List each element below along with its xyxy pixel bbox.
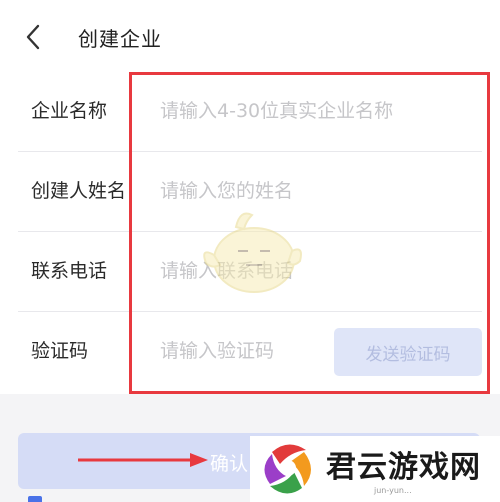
agreement-checkbox[interactable] [28,496,42,502]
send-code-button[interactable]: 发送验证码 [334,328,482,376]
chevron-left-icon [26,24,40,50]
arrow-right-icon [78,453,208,467]
logo-icon [264,444,311,494]
company-name-row: 企业名称 请输入4-30位真实企业名称 [18,72,482,152]
verification-code-input[interactable]: 请输入验证码 [160,336,274,363]
app-header: 创建企业 [0,0,500,72]
watermark-text: 君云游戏网 [326,450,481,485]
mascot-watermark-icon [203,212,302,293]
confirm-label: 确认 [210,453,249,475]
page-title: 创建企业 [78,27,162,51]
phone-label: 联系电话 [31,260,108,282]
verification-code-row: 验证码 请输入验证码 发送验证码 [18,312,482,392]
watermark-subtext: jun-yun... [374,486,412,495]
verification-code-label: 验证码 [31,340,89,362]
watermark-banner: 君云游戏网 jun-yun... [250,436,500,502]
company-name-label: 企业名称 [31,100,108,122]
back-button[interactable] [18,22,48,52]
creator-name-input[interactable]: 请输入您的姓名 [160,176,293,203]
company-name-input[interactable]: 请输入4-30位真实企业名称 [160,96,393,123]
creator-name-label: 创建人姓名 [31,180,127,202]
